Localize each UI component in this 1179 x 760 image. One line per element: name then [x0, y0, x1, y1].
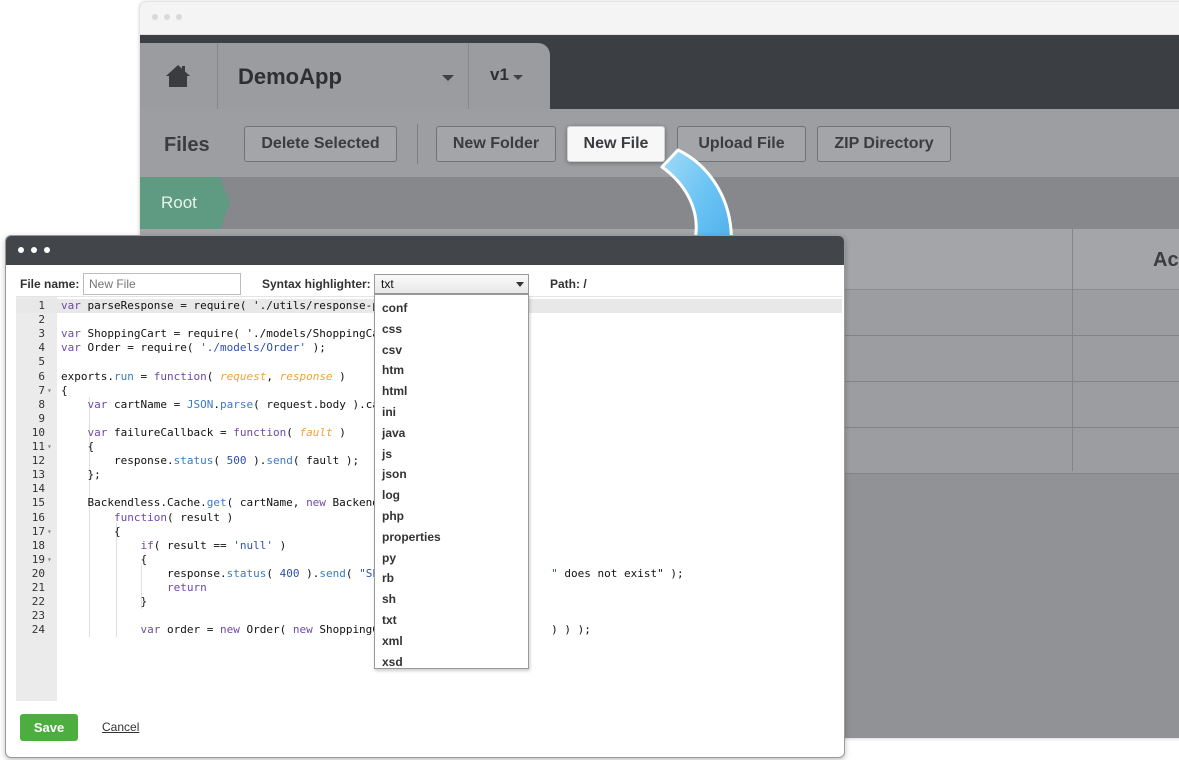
- fold-toggle-icon[interactable]: ▾: [47, 553, 52, 567]
- syntax-option-sh[interactable]: sh: [382, 592, 396, 606]
- code-text: var failureCallback = function( fault ): [87, 425, 346, 439]
- line-number: 5: [38, 355, 45, 369]
- code-text: {: [61, 383, 68, 397]
- syntax-option-php[interactable]: php: [382, 509, 404, 523]
- syntax-option-log[interactable]: log: [382, 488, 400, 502]
- new-folder-button[interactable]: New Folder: [436, 126, 556, 162]
- code-text: {: [61, 440, 95, 453]
- code-text: {: [61, 552, 148, 566]
- window-controls[interactable]: [18, 247, 50, 253]
- fold-toggle-icon[interactable]: ▾: [47, 440, 52, 454]
- chevron-down-icon[interactable]: [513, 75, 523, 80]
- line-number: 16: [31, 510, 45, 524]
- cancel-link[interactable]: Cancel: [102, 720, 139, 734]
- syntax-highlighter-select[interactable]: txt: [374, 274, 529, 294]
- syntax-option-conf[interactable]: conf: [382, 301, 407, 315]
- syntax-option-csv[interactable]: csv: [382, 343, 402, 357]
- divider: [417, 124, 418, 164]
- code-text: function( result ): [113, 510, 234, 524]
- syntax-option-properties[interactable]: properties: [382, 530, 441, 544]
- dialog-titlebar: [6, 236, 844, 265]
- breadcrumb-root[interactable]: Root: [140, 177, 230, 229]
- syntax-option-txt[interactable]: txt: [382, 613, 397, 627]
- line-number: 18: [31, 538, 45, 552]
- section-title: Files: [164, 134, 210, 156]
- code-text: }: [61, 595, 148, 609]
- new-file-dialog: File name: Syntax highlighter: txt Path:…: [5, 235, 845, 758]
- line-number: 6: [38, 369, 45, 383]
- code-text: var parseResponse = require( './utils/re…: [61, 299, 393, 312]
- line-number: 15: [31, 496, 45, 510]
- actions-column-header: Ac: [1153, 249, 1179, 271]
- path-label: Path: /: [550, 277, 587, 291]
- line-number: 10: [31, 425, 45, 439]
- line-number: 11: [31, 440, 45, 453]
- line-number: 9: [38, 411, 45, 425]
- selected-syntax: txt: [381, 277, 394, 291]
- line-number: 23: [31, 609, 45, 623]
- code-text: var ShoppingCart = require( './models/Sh…: [61, 327, 393, 341]
- line-number: 7: [38, 383, 45, 397]
- delete-selected-button[interactable]: Delete Selected: [244, 126, 397, 162]
- syntax-option-xsd[interactable]: xsd: [382, 655, 403, 669]
- home-button[interactable]: [140, 43, 218, 109]
- syntax-options-list[interactable]: conf css csv htm html ini java js json log php prop…: [374, 294, 529, 669]
- line-number: 4: [38, 341, 45, 355]
- app-name[interactable]: DemoApp: [238, 64, 342, 90]
- file-name-label: File name:: [20, 277, 80, 291]
- chevron-down-icon: [516, 282, 524, 287]
- code-text: response.status( 500 ).send( fault );: [61, 454, 360, 468]
- syntax-option-py[interactable]: py: [382, 551, 396, 565]
- line-number: 19: [31, 552, 45, 566]
- line-number: 14: [31, 482, 45, 496]
- home-icon: [166, 65, 190, 87]
- column-divider: [1072, 229, 1073, 471]
- code-text: if( result == 'null' ): [140, 538, 287, 552]
- syntax-option-html[interactable]: html: [382, 384, 407, 398]
- syntax-option-json[interactable]: json: [382, 467, 407, 481]
- syntax-option-xml[interactable]: xml: [382, 634, 403, 648]
- line-number: 2: [38, 313, 45, 327]
- window-controls: [152, 14, 182, 20]
- line-number: 17: [31, 524, 45, 538]
- code-text: response.status( 400 ).send( "Shop " doe…: [61, 566, 684, 580]
- zip-directory-button[interactable]: ZIP Directory: [817, 126, 951, 162]
- save-button[interactable]: Save: [20, 714, 78, 741]
- syntax-option-rb[interactable]: rb: [382, 571, 394, 585]
- syntax-option-htm[interactable]: htm: [382, 363, 404, 377]
- line-number: 21: [31, 581, 45, 594]
- line-number: 12: [31, 454, 45, 468]
- app-header: DemoApp v1: [140, 35, 1179, 109]
- line-number: 3: [38, 327, 45, 341]
- breadcrumb-label: Root: [161, 193, 197, 212]
- line-number: 20: [31, 566, 45, 580]
- line-number: 24: [31, 623, 45, 637]
- fold-toggle-icon[interactable]: ▾: [47, 384, 52, 398]
- syntax-option-ini[interactable]: ini: [382, 405, 396, 419]
- divider: [468, 43, 469, 109]
- fold-toggle-icon[interactable]: ▾: [47, 525, 52, 539]
- code-text: exports.run = function( request, respons…: [61, 369, 346, 383]
- line-number: 13: [31, 468, 45, 482]
- app-tab: DemoApp v1: [140, 43, 550, 109]
- code-text: return: [166, 581, 207, 594]
- syntax-option-java[interactable]: java: [382, 426, 405, 440]
- background-titlebar: [140, 2, 1179, 35]
- version-selector[interactable]: v1: [490, 65, 509, 85]
- chevron-down-icon[interactable]: [442, 75, 454, 81]
- syntax-option-css[interactable]: css: [382, 322, 402, 336]
- code-text: };: [61, 468, 101, 482]
- line-number: 22: [31, 595, 45, 609]
- code-text: {: [61, 524, 121, 538]
- code-text: Backendless.Cache.get( cartName, new Bac…: [61, 496, 393, 510]
- code-text: var Order = require( './models/Order' );: [61, 341, 326, 355]
- line-number: 8: [38, 397, 45, 411]
- line-number: 1: [38, 299, 45, 312]
- code-text: var cartName = JSON.parse( request.body …: [87, 397, 393, 411]
- syntax-option-js[interactable]: js: [382, 447, 392, 461]
- file-name-input[interactable]: [83, 273, 241, 295]
- syntax-highlighter-label: Syntax highlighter:: [262, 277, 371, 291]
